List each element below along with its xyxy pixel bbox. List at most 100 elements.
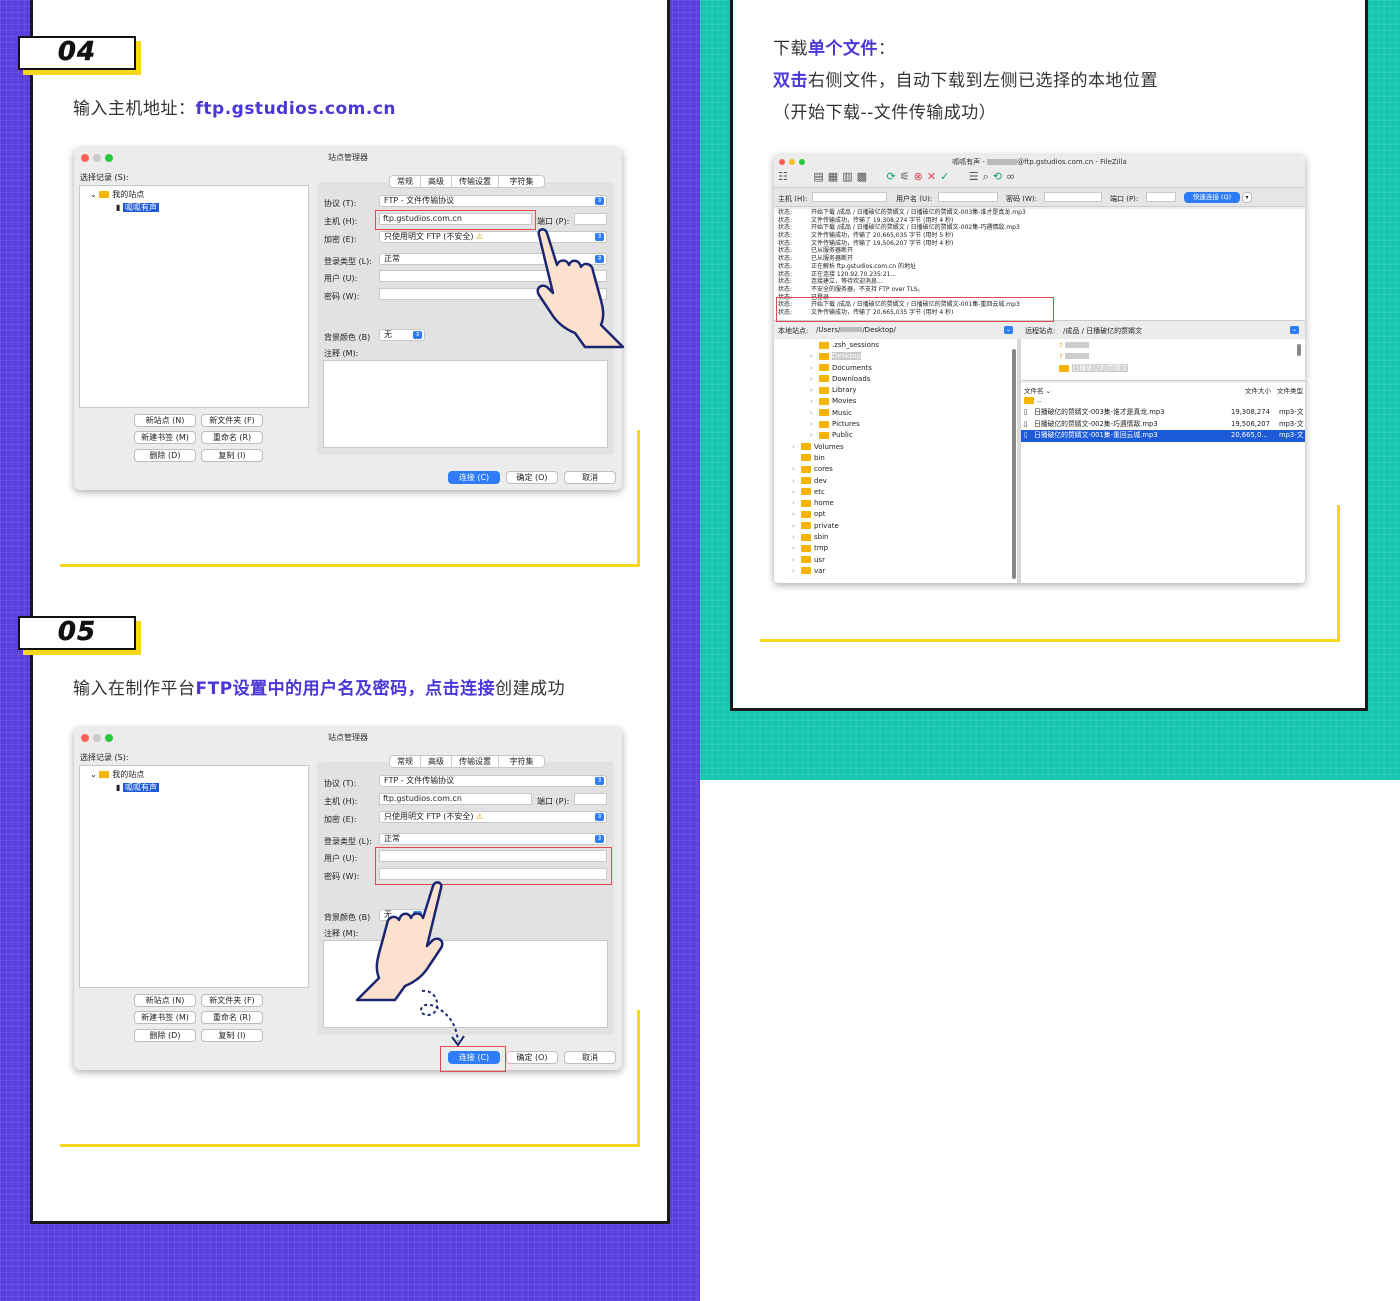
delete-button[interactable]: 删除 (D): [134, 1029, 196, 1042]
stop-icon[interactable]: ⊗: [914, 170, 927, 183]
port-input[interactable]: [574, 213, 607, 225]
local-tree[interactable]: .zsh_sessions › Desktop › Documents › Downl…: [774, 339, 1017, 583]
chevron-icon: ⇕: [595, 777, 604, 785]
local-tree-item[interactable]: › Public: [792, 430, 879, 441]
local-tree-item[interactable]: › Music: [792, 408, 879, 419]
local-tree-item[interactable]: › private: [792, 521, 879, 532]
comment-textarea[interactable]: [323, 360, 608, 448]
new-site-button[interactable]: 新站点 (N): [134, 994, 196, 1007]
local-tree-item[interactable]: › usr: [792, 555, 879, 566]
local-tree-item[interactable]: › Desktop: [792, 351, 879, 362]
file-row[interactable]: ..: [1021, 395, 1305, 407]
tab-transfer[interactable]: 传输设置: [452, 176, 499, 188]
host-input[interactable]: ftp.gstudios.com.cn: [379, 793, 532, 805]
folder-icon: [819, 386, 829, 394]
ok-button[interactable]: 确定 (O): [506, 471, 558, 484]
rename-button[interactable]: 重命名 (R): [201, 1011, 263, 1024]
remote-scrollbar[interactable]: [1297, 344, 1301, 356]
chevron-down-icon[interactable]: ⌄: [1004, 326, 1013, 334]
site-tree[interactable]: ⌄ 我的站点 ▮ 呱呱有声: [79, 185, 309, 408]
local-tree-item[interactable]: › var: [792, 566, 879, 577]
local-tree-item[interactable]: bin: [792, 453, 879, 464]
local-tree-item[interactable]: › dev: [792, 476, 879, 487]
sync-icon[interactable]: ⟲: [993, 170, 1006, 183]
file-row[interactable]: ▯ 日播破亿的赘婿文-003集-谁才是真龙.mp3 19,308,274 mp3-文: [1021, 407, 1305, 419]
refresh-icon[interactable]: ⟳: [887, 170, 900, 183]
qc-host-input[interactable]: [812, 192, 887, 202]
tab-advanced[interactable]: 高级: [421, 176, 452, 188]
chevron-down-icon[interactable]: ⌄: [1290, 326, 1299, 334]
site-manager-icon[interactable]: ☷: [778, 170, 792, 183]
local-tree-item[interactable]: › opt: [792, 509, 879, 520]
disconnect-icon[interactable]: ✕: [927, 170, 940, 183]
pane-divider[interactable]: [1017, 339, 1021, 583]
tree-site[interactable]: ▮ 呱呱有声: [116, 782, 159, 793]
port-input[interactable]: [574, 793, 607, 805]
cancel-button[interactable]: 取消: [564, 1051, 616, 1064]
local-tree-item[interactable]: › sbin: [792, 532, 879, 543]
folder-icon: [819, 397, 829, 405]
local-tree-item[interactable]: › tmp: [792, 543, 879, 554]
tree-site[interactable]: ▮ 呱呱有声: [116, 202, 159, 213]
log-icon[interactable]: ▦: [828, 170, 842, 183]
rename-button[interactable]: 重命名 (R): [201, 431, 263, 444]
encrypt-select[interactable]: 只使用明文 FTP (不安全) ⚠ ⇕: [379, 811, 607, 823]
tab-charset[interactable]: 字符集: [499, 176, 544, 188]
tab-advanced[interactable]: 高级: [421, 756, 452, 768]
quick-connect-dropdown[interactable]: ▾: [1242, 192, 1252, 203]
tab-charset[interactable]: 字符集: [499, 756, 544, 768]
copy-button[interactable]: 复制 (I): [201, 449, 263, 462]
copy-button[interactable]: 复制 (I): [201, 1029, 263, 1042]
local-tree-item[interactable]: › Library: [792, 385, 879, 396]
logon-select[interactable]: 正常 ⇕: [379, 833, 607, 845]
site-tree[interactable]: ⌄ 我的站点 ▮ 呱呱有声: [79, 765, 309, 988]
new-bookmark-button[interactable]: 新建书签 (M): [134, 1011, 196, 1024]
delete-button[interactable]: 删除 (D): [134, 449, 196, 462]
host-highlight-box: [375, 210, 536, 230]
qc-port-input[interactable]: [1146, 192, 1176, 202]
remote-tree[interactable]: ? ? 日播破亿的赘婿文: [1021, 339, 1305, 381]
tab-icon[interactable]: ▤: [813, 170, 827, 183]
col-size-header[interactable]: 文件大小: [1245, 385, 1271, 395]
filter-icon[interactable]: ⚟: [900, 170, 914, 183]
compare-icon[interactable]: ☰: [969, 170, 983, 183]
protocol-select[interactable]: FTP - 文件传输协议 ⇕: [379, 775, 607, 787]
local-tree-item[interactable]: .zsh_sessions: [792, 340, 879, 351]
tree-icon[interactable]: ▥: [842, 170, 856, 183]
tree-root[interactable]: ⌄ 我的站点: [90, 769, 144, 780]
queue-icon[interactable]: ▩: [857, 170, 871, 183]
local-tree-item[interactable]: › home: [792, 498, 879, 509]
tab-general[interactable]: 常规: [390, 756, 421, 768]
local-tree-item[interactable]: › etc: [792, 487, 879, 498]
new-folder-button[interactable]: 新文件夹 (F): [201, 414, 263, 427]
reconnect-icon[interactable]: ✓: [940, 170, 953, 183]
file-row[interactable]: ▯ 日播破亿的赘婿文-001集-重回云城.mp3 20,665,0... mp3-文: [1021, 430, 1305, 443]
new-site-button[interactable]: 新站点 (N): [134, 414, 196, 427]
tab-transfer[interactable]: 传输设置: [452, 756, 499, 768]
tree-root[interactable]: ⌄ 我的站点: [90, 189, 144, 200]
tab-general[interactable]: 常规: [390, 176, 421, 188]
local-tree-item[interactable]: › Downloads: [792, 374, 879, 385]
new-bookmark-button[interactable]: 新建书签 (M): [134, 431, 196, 444]
ok-button[interactable]: 确定 (O): [506, 1051, 558, 1064]
search-icon[interactable]: ⌕: [983, 170, 993, 183]
protocol-select[interactable]: FTP - 文件传输协议 ⇕: [379, 195, 607, 207]
file-row[interactable]: ▯ 日播破亿的赘婿文-002集-巧遇情敌.mp3 19,506,207 mp3-文: [1021, 419, 1305, 431]
local-tree-item[interactable]: › Documents: [792, 363, 879, 374]
cancel-button[interactable]: 取消: [564, 471, 616, 484]
col-type-header[interactable]: 文件类型: [1277, 385, 1303, 395]
local-tree-item[interactable]: › cores: [792, 464, 879, 475]
local-tree-item[interactable]: › Pictures: [792, 419, 879, 430]
qc-user-input[interactable]: [938, 192, 998, 202]
local-tree-item[interactable]: › Movies: [792, 396, 879, 407]
connect-button[interactable]: 连接 (C): [448, 471, 500, 484]
quick-connect-button[interactable]: 快速连接 (Q): [1184, 192, 1240, 203]
bg-color-select[interactable]: 无⇕: [379, 329, 425, 341]
local-scrollbar[interactable]: [1012, 349, 1016, 579]
local-tree-item[interactable]: › Volumes: [792, 442, 879, 453]
qc-pass-input[interactable]: [1044, 192, 1102, 202]
col-name-header[interactable]: 文件名 ⌄: [1024, 385, 1051, 395]
new-folder-button[interactable]: 新文件夹 (F): [201, 994, 263, 1007]
binoculars-icon[interactable]: ∞: [1006, 170, 1019, 183]
qc-port-label: 端口 (P):: [1110, 195, 1139, 203]
